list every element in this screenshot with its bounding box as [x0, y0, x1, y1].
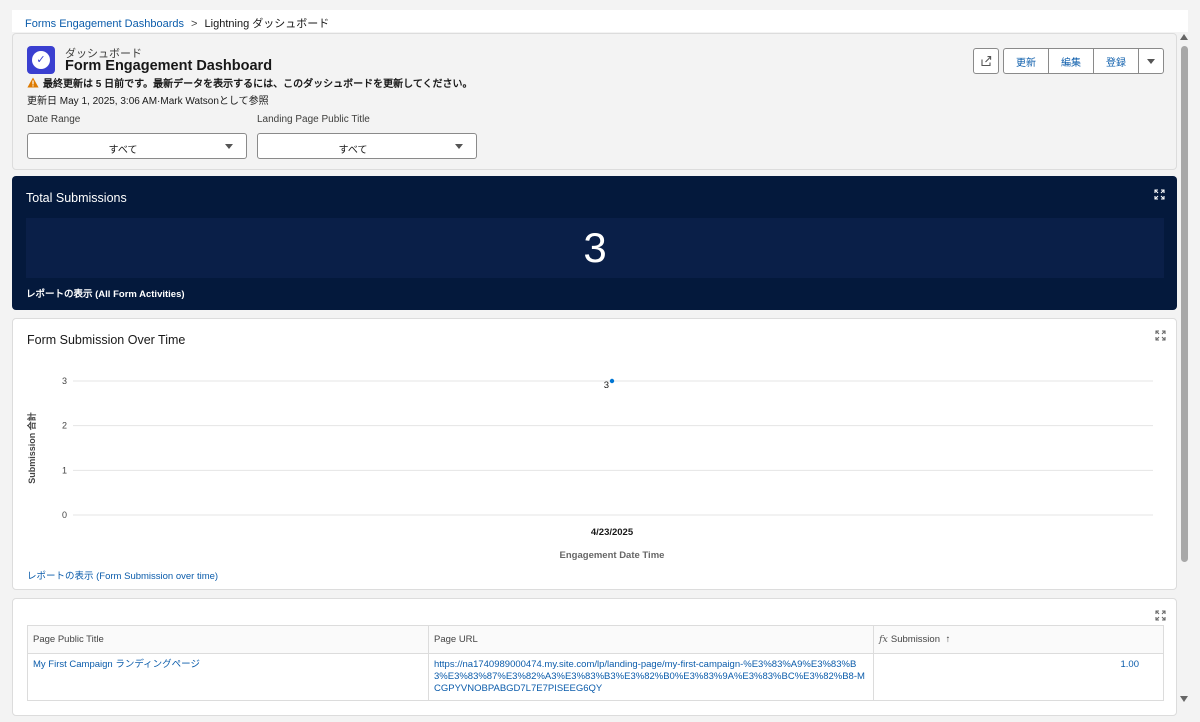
cell-page-url-text: https://na1740989000474.my.site.com/lp/l…: [434, 659, 865, 694]
page-title: Form Engagement Dashboard: [65, 58, 273, 74]
dashboard-toolbar: 更新 編集 登録: [973, 48, 1164, 74]
column-header-page-url[interactable]: Page URL: [428, 625, 874, 654]
scroll-up-arrow-icon[interactable]: [1180, 34, 1188, 40]
scroll-down-arrow-icon[interactable]: [1180, 696, 1188, 702]
column-header-submission[interactable]: fx Submission ↑: [873, 625, 1164, 654]
submissions-table-card: Page Public Title Page URL fx Submission …: [12, 598, 1177, 716]
filter-date-range-value: すべて: [108, 145, 138, 156]
breadcrumb-parent-link[interactable]: Forms Engagement Dashboards: [25, 18, 184, 30]
dashboard-icon: ✓: [27, 46, 55, 74]
expand-icon[interactable]: [1155, 610, 1166, 621]
data-label: 3: [604, 380, 609, 391]
metric-panel: 3: [26, 218, 1164, 278]
filter-landing-page-select[interactable]: すべて: [257, 133, 477, 159]
y-tick-label: 0: [62, 510, 67, 520]
filter-landing-page-label: Landing Page Public Title: [257, 114, 370, 125]
share-button[interactable]: [973, 48, 999, 74]
edit-button[interactable]: 編集: [1048, 48, 1094, 74]
y-tick-label: 1: [62, 465, 67, 475]
submissions-table: Page Public Title Page URL fx Submission …: [27, 625, 1164, 701]
chevron-down-icon: [455, 144, 463, 149]
stale-warning: 最終更新は 5 日前です。最新データを表示するには、このダッシュボードを更新して…: [27, 75, 473, 90]
breadcrumb-separator: >: [191, 18, 198, 30]
filter-landing-page-value: すべて: [338, 145, 368, 156]
x-axis-title: Engagement Date Time: [560, 550, 665, 561]
formula-icon: fx: [879, 634, 888, 645]
dashboard-header: ✓ ダッシュボード Form Engagement Dashboard 最終更新…: [12, 33, 1177, 170]
breadcrumb: Forms Engagement Dashboards > Lightning …: [25, 15, 329, 31]
y-axis-title: Submission 合計: [26, 412, 37, 484]
total-submissions-value: 3: [583, 224, 607, 271]
share-icon: [981, 56, 992, 67]
warning-text: 最終更新は 5 日前です。最新データを表示するには、このダッシュボードを更新して…: [43, 79, 473, 90]
last-updated-text: 更新日 May 1, 2025, 3:06 AM·Mark Watsonとして参…: [27, 96, 269, 107]
submission-chart: 0 1 2 3 4/23/2025 3 Engagement Date Time Submis…: [26, 376, 1153, 561]
data-point: [609, 378, 615, 384]
chevron-down-icon: [225, 144, 233, 149]
subscribe-button[interactable]: 登録: [1093, 48, 1139, 74]
chevron-down-icon: [1147, 58, 1155, 64]
y-tick-label: 3: [62, 376, 67, 386]
y-tick-label: 2: [62, 421, 67, 431]
filter-date-range-label: Date Range: [27, 114, 81, 125]
submission-chart-card: Form Submission Over Time 0 1 2 3 4/23/2025 3…: [12, 318, 1177, 590]
refresh-button[interactable]: 更新: [1003, 48, 1049, 74]
total-submissions-title: Total Submissions: [26, 191, 127, 205]
warning-icon: [27, 77, 39, 88]
more-actions-button[interactable]: [1138, 48, 1164, 74]
sort-ascending-icon: ↑: [945, 634, 951, 645]
filter-date-range-select[interactable]: すべて: [27, 133, 247, 159]
view-chart-report-link[interactable]: レポートの表示 (Form Submission over time): [27, 568, 218, 582]
x-tick-label: 4/23/2025: [591, 527, 634, 538]
breadcrumb-current: Lightning ダッシュボード: [204, 18, 330, 30]
view-report-link[interactable]: レポートの表示 (All Form Activities): [26, 286, 185, 300]
dashboard-page: Forms Engagement Dashboards > Lightning …: [0, 0, 1200, 722]
cell-page-url[interactable]: https://na1740989000474.my.site.com/lp/l…: [428, 653, 874, 701]
column-header-page-title[interactable]: Page Public Title: [27, 625, 429, 654]
expand-icon[interactable]: [1154, 189, 1165, 200]
table-row: My First Campaign ランディングページ https://na17…: [27, 653, 1164, 701]
cell-page-title[interactable]: My First Campaign ランディングページ: [27, 653, 429, 701]
scrollbar-thumb[interactable]: [1181, 46, 1188, 562]
cell-submission: 1.00: [873, 653, 1164, 701]
column-header-submission-label: Submission: [890, 634, 940, 645]
total-submissions-card: Total Submissions 3 レポートの表示 (All Form Ac…: [12, 176, 1177, 310]
